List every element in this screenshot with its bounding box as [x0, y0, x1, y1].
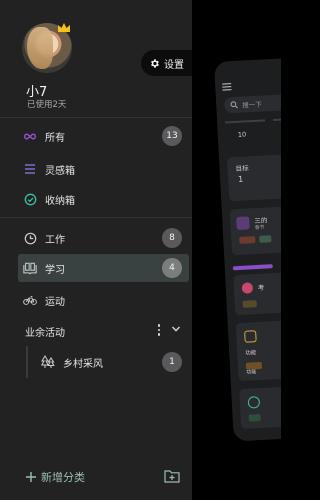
nav-item-work-label: 工作 — [45, 234, 65, 246]
preview-text: 1 — [237, 174, 244, 184]
count-badge: 8 — [162, 228, 182, 248]
book-icon — [23, 261, 37, 275]
folder-add-icon[interactable] — [164, 469, 180, 483]
more-vertical-icon[interactable] — [155, 323, 163, 337]
nav-item-inspiration[interactable]: 灵感箱 — [18, 155, 189, 183]
divider — [225, 119, 266, 124]
search-bar: 搜一下 — [223, 92, 281, 114]
crown-icon — [58, 23, 70, 32]
nav-item-countryside-label: 乡村采风 — [63, 358, 103, 370]
search-icon — [230, 101, 238, 109]
clock-icon — [23, 231, 37, 245]
search-placeholder: 搜一下 — [242, 100, 263, 110]
plus-icon — [26, 472, 36, 482]
group-title[interactable]: 业余活动 — [25, 324, 65, 339]
nav-item-inbox-label: 收纳箱 — [45, 195, 75, 207]
nav-item-all-label: 所有 — [45, 132, 65, 144]
preview-text: 春节 — [254, 224, 265, 232]
tree-icon — [41, 355, 55, 369]
app-preview-card: 搜一下 10 目标 1 三的 春节 考 功能 功能 — [214, 55, 281, 442]
nav-item-inbox[interactable]: 收纳箱 — [18, 185, 189, 213]
list-icon — [23, 162, 37, 176]
chevron-down-icon[interactable] — [171, 324, 181, 334]
side-drawer: 小7 已使用2天 设置 所有 13 灵感箱 收纳箱 工作 8 学习 4 运动 业… — [0, 0, 192, 500]
nav-item-work[interactable]: 工作 8 — [18, 224, 189, 252]
nav-item-all[interactable]: 所有 13 — [18, 122, 189, 150]
nav-item-sport-label: 运动 — [45, 296, 65, 308]
settings-button[interactable]: 设置 — [141, 50, 192, 76]
preview-text: 功能 — [246, 369, 257, 376]
divider — [0, 217, 192, 218]
count-badge: 4 — [162, 258, 182, 278]
preview-card: 功能 功能 — [235, 317, 281, 382]
bicycle-icon — [23, 293, 37, 307]
divider — [273, 116, 281, 121]
infinity-icon — [23, 129, 37, 143]
preview-text: 功能 — [245, 350, 257, 357]
hamburger-menu-icon — [222, 83, 232, 91]
count-badge: 1 — [162, 352, 182, 372]
nav-item-sport[interactable]: 运动 — [18, 286, 189, 314]
preview-text: 目标 — [235, 164, 249, 174]
nav-item-study[interactable]: 学习 4 — [18, 254, 189, 282]
preview-card: 三的 春节 — [229, 204, 281, 256]
check-circle-icon — [23, 192, 37, 206]
preview-text: 10 — [237, 130, 247, 139]
settings-label: 设置 — [164, 59, 184, 71]
preview-card: 目标 1 — [227, 152, 281, 202]
divider — [0, 117, 192, 118]
preview-card — [239, 383, 281, 430]
nav-item-study-label: 学习 — [45, 264, 65, 276]
nav-item-countryside[interactable]: 乡村采风 1 — [36, 348, 189, 376]
usage-days: 已使用2天 — [27, 100, 67, 110]
gear-icon — [151, 58, 159, 68]
add-category-button[interactable]: 新增分类 — [25, 469, 85, 485]
group-indent-line — [26, 346, 28, 378]
progress-bar — [232, 264, 273, 271]
main-content-preview[interactable]: 搜一下 10 目标 1 三的 春节 考 功能 功能 — [192, 0, 281, 500]
preview-text: 考 — [257, 283, 265, 293]
add-category-label: 新增分类 — [41, 471, 85, 484]
preview-card: 考 — [233, 270, 281, 316]
nav-item-inspiration-label: 灵感箱 — [45, 165, 75, 177]
count-badge: 13 — [162, 126, 182, 146]
